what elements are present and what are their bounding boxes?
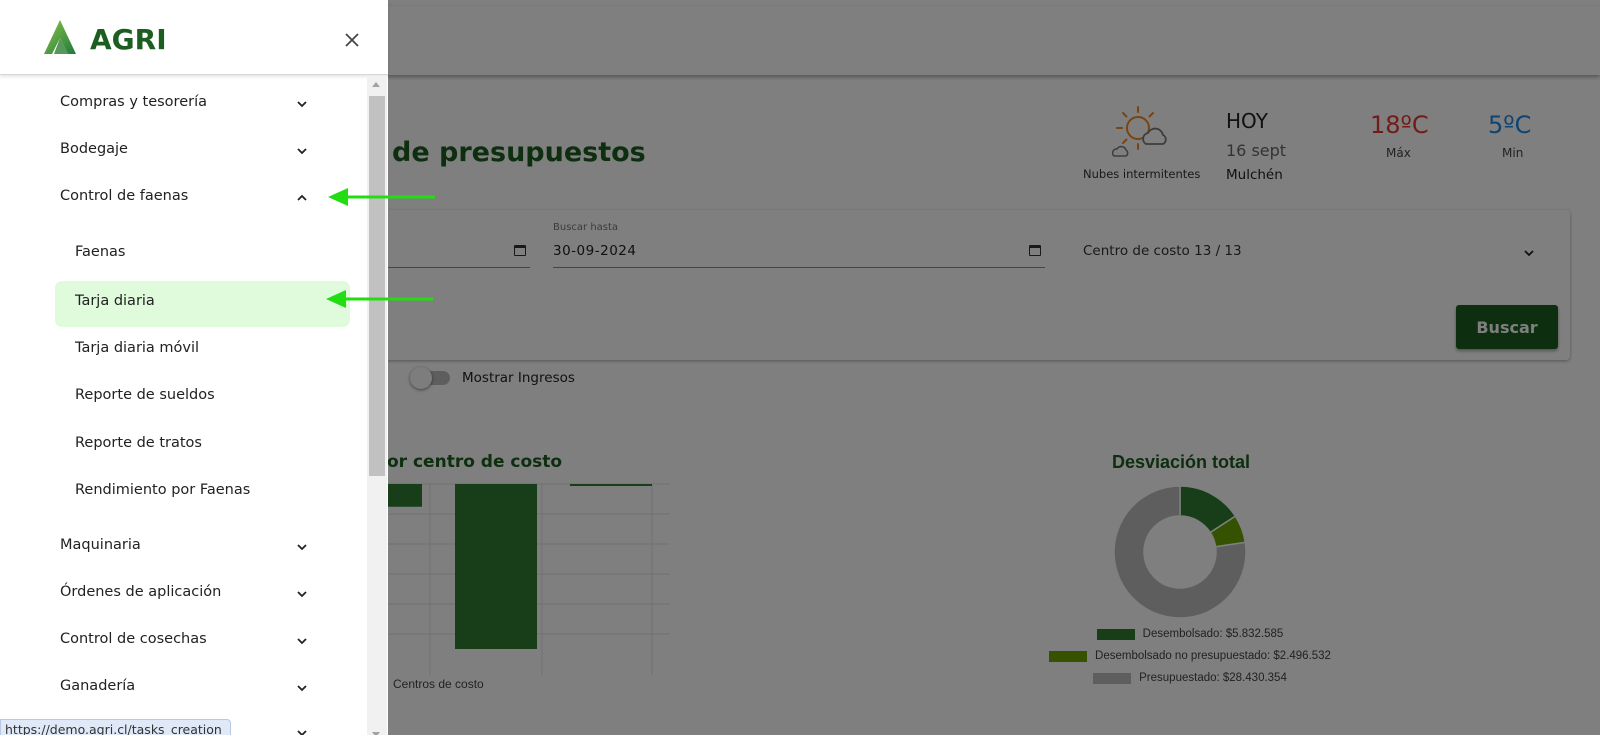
drawer-header: AGRI bbox=[0, 0, 388, 75]
menu-item-label: Órdenes de aplicación bbox=[60, 584, 222, 600]
menu-item-label: Control de faenas bbox=[60, 188, 189, 204]
submenu-item-label: Rendimiento por Faenas bbox=[75, 482, 251, 498]
chevron-down-icon[interactable] bbox=[296, 727, 308, 735]
chevron-down-icon[interactable] bbox=[296, 588, 308, 600]
menu-item-label: Compras y tesorería bbox=[60, 94, 207, 110]
menu-item-ordenes-aplicacion[interactable]: Órdenes de aplicación bbox=[0, 573, 366, 615]
chevron-up-icon[interactable] bbox=[296, 192, 308, 204]
submenu-item-tarja-diaria[interactable]: Tarja diaria bbox=[0, 281, 366, 327]
menu-item-maquinaria[interactable]: Maquinaria bbox=[0, 526, 366, 568]
close-icon[interactable] bbox=[340, 28, 364, 52]
menu-item-control-faenas[interactable]: Control de faenas bbox=[0, 177, 366, 219]
close-drawer-button[interactable] bbox=[340, 28, 364, 52]
submenu-item-label: Tarja diaria bbox=[75, 293, 155, 309]
submenu-item-reporte-sueldos[interactable]: Reporte de sueldos bbox=[0, 375, 366, 419]
chevron-down-icon[interactable] bbox=[296, 145, 308, 157]
logo-text: AGRI bbox=[90, 23, 167, 56]
chevron-down-icon[interactable] bbox=[296, 541, 308, 553]
chevron-down-icon[interactable] bbox=[296, 98, 308, 110]
menu-item-label: Bodegaje bbox=[60, 141, 128, 157]
menu-item-label: Control de cosechas bbox=[60, 631, 207, 647]
agri-logo[interactable]: AGRI bbox=[42, 16, 182, 60]
navigation-drawer: AGRI Compras y tesorería Bodegaje Contro… bbox=[0, 0, 388, 735]
drawer-menu: Compras y tesorería Bodegaje Control de … bbox=[0, 76, 366, 735]
drawer-scrollbar[interactable] bbox=[367, 76, 387, 735]
annotation-arrow-icon bbox=[326, 290, 433, 308]
submenu-item-faenas[interactable]: Faenas bbox=[0, 232, 366, 276]
menu-item-label: Ganadería bbox=[60, 678, 136, 694]
submenu-item-tarja-diaria-movil[interactable]: Tarja diaria móvil bbox=[0, 328, 366, 372]
submenu-item-label: Reporte de sueldos bbox=[75, 387, 215, 403]
scroll-up-arrow-icon[interactable] bbox=[372, 82, 380, 87]
menu-item-label: Maquinaria bbox=[60, 537, 141, 553]
menu-item-ganaderia[interactable]: Ganadería bbox=[0, 667, 366, 709]
annotation-arrow-icon bbox=[328, 188, 435, 206]
scrollbar-thumb[interactable] bbox=[369, 96, 385, 476]
submenu-item-rendimiento-faenas[interactable]: Rendimiento por Faenas bbox=[0, 470, 366, 514]
submenu-item-label: Faenas bbox=[75, 244, 126, 260]
submenu-item-label: Tarja diaria móvil bbox=[75, 340, 200, 356]
menu-item-bodegaje[interactable]: Bodegaje bbox=[0, 130, 366, 172]
submenu-item-reporte-tratos[interactable]: Reporte de tratos bbox=[0, 423, 366, 467]
status-url-tooltip: https://demo.agri.cl/tasks_creation bbox=[0, 719, 231, 735]
chevron-down-icon[interactable] bbox=[296, 682, 308, 694]
menu-item-compras[interactable]: Compras y tesorería bbox=[0, 83, 366, 125]
chevron-down-icon[interactable] bbox=[296, 635, 308, 647]
menu-item-control-cosechas[interactable]: Control de cosechas bbox=[0, 620, 366, 662]
submenu-item-label: Reporte de tratos bbox=[75, 435, 202, 451]
